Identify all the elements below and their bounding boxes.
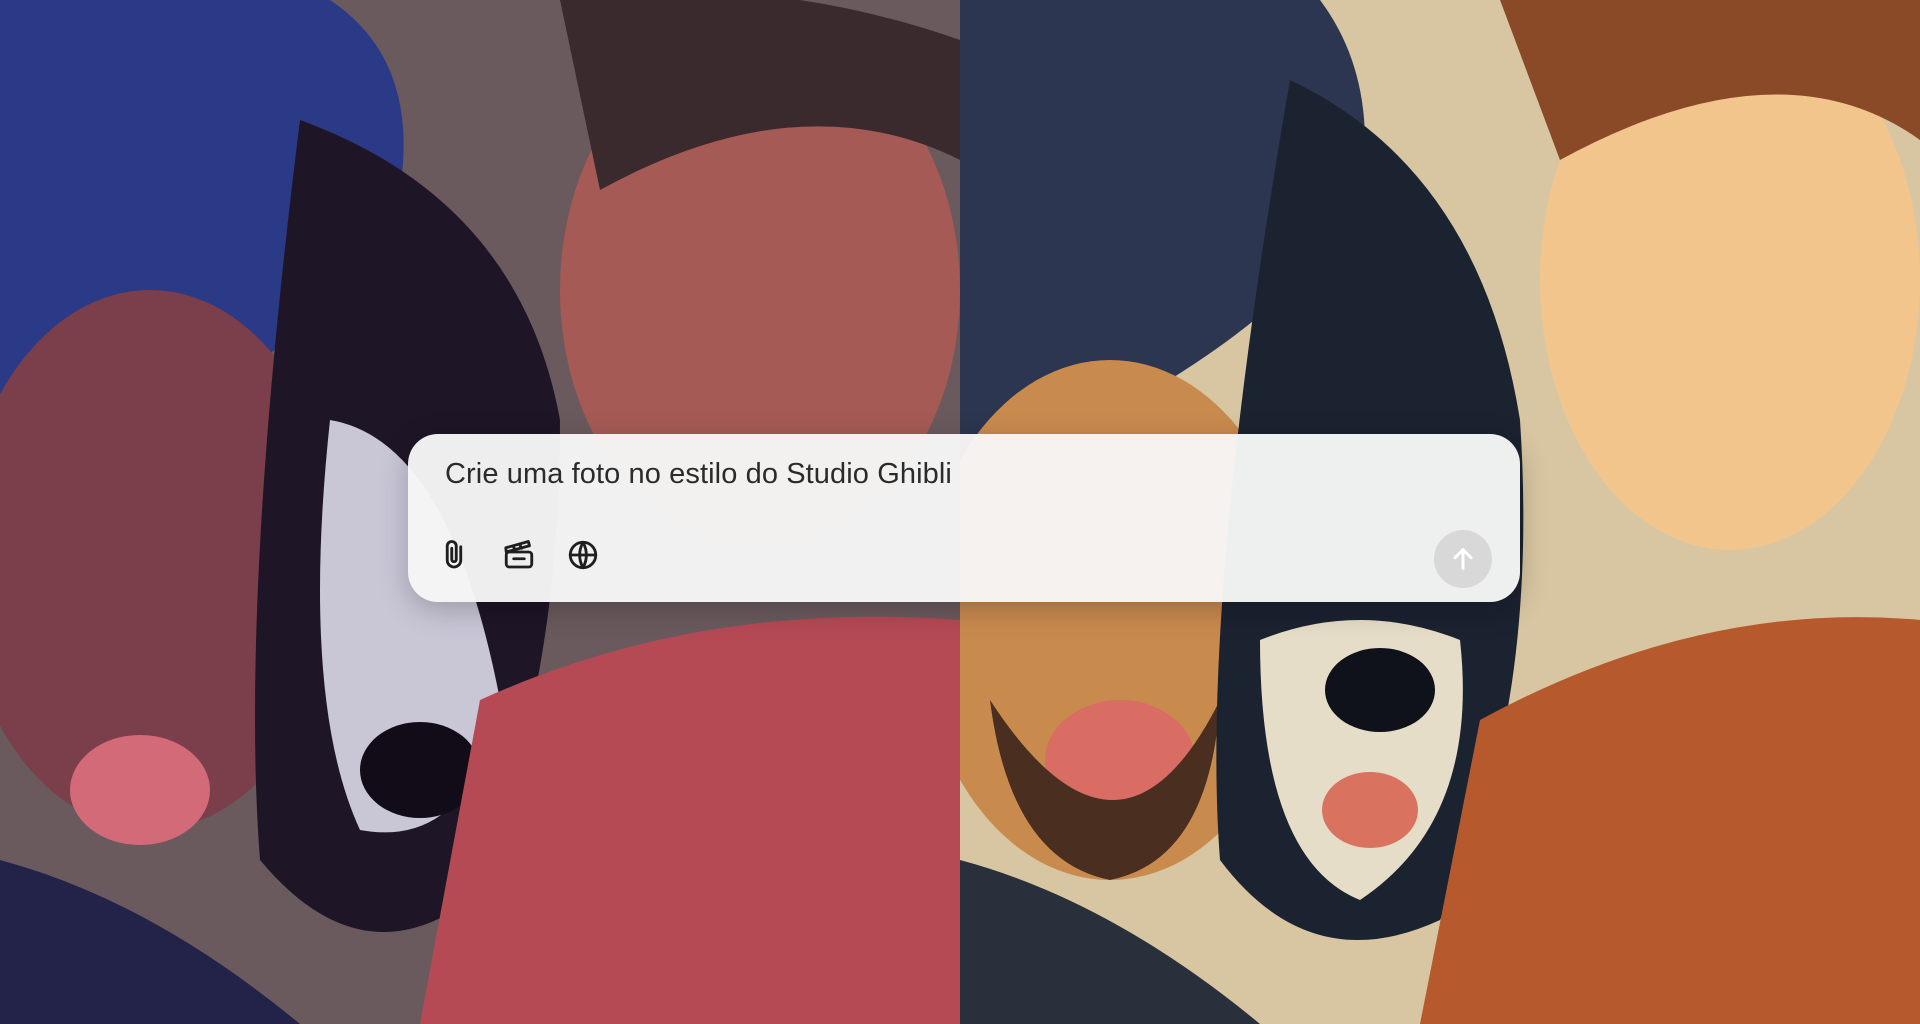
arrow-up-icon [1453, 548, 1473, 570]
attach-button[interactable] [432, 533, 476, 577]
prompt-composer: Crie uma foto no estilo do Studio Ghibli [408, 434, 1520, 602]
web-search-button[interactable] [561, 533, 605, 577]
paperclip-icon [445, 540, 463, 569]
media-button[interactable] [497, 533, 541, 577]
prompt-input[interactable]: Crie uma foto no estilo do Studio Ghibli [445, 458, 952, 491]
globe-icon [568, 540, 598, 570]
send-button[interactable] [1434, 530, 1492, 588]
clapperboard-icon [504, 540, 534, 569]
stage: Crie uma foto no estilo do Studio Ghibli [0, 0, 1920, 1024]
